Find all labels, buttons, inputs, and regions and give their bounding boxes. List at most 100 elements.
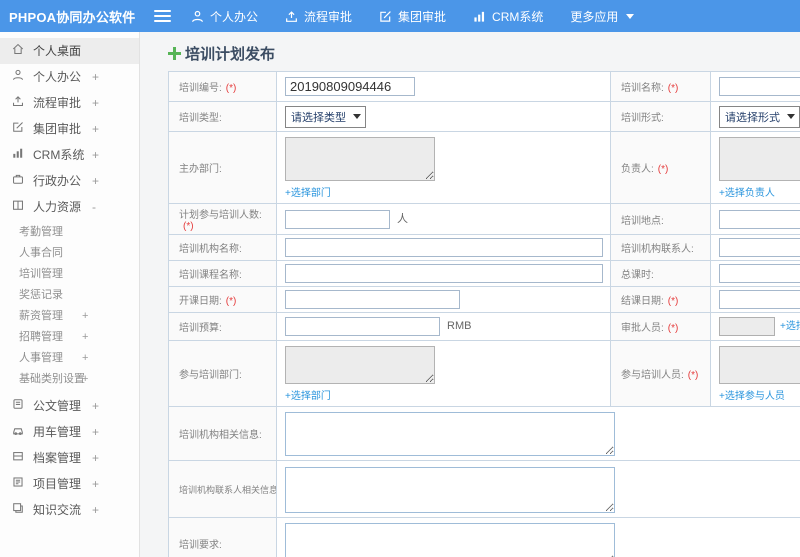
- select-approver-link[interactable]: +选择审批人员: [780, 321, 800, 332]
- label-training-type: 培训类型:: [168, 101, 277, 132]
- sidebar-subitem-recruitment[interactable]: 招聘管理 +: [0, 327, 139, 348]
- sidebar-item-project-mgmt[interactable]: 项目管理 +: [0, 471, 139, 497]
- nav-personal-office[interactable]: 个人办公: [191, 8, 258, 25]
- edit-icon: [379, 10, 392, 23]
- main-content: 培训计划发布 培训编号:(*) 培训名称:(*) 培训类型: 请选择类型 培训形…: [140, 32, 800, 557]
- budget-input[interactable]: [285, 317, 440, 336]
- page-title: 培训计划发布: [168, 43, 800, 64]
- label-start-date: 开课日期: (*): [168, 286, 277, 313]
- nav-more-apps[interactable]: 更多应用: [570, 8, 635, 25]
- sidebar: 个人桌面 个人办公 + 流程审批 + 集团审批 + CRM系统 + 行政办公 +…: [0, 32, 140, 557]
- label-org-name: 培训机构名称:: [168, 234, 277, 261]
- course-name-input[interactable]: [285, 264, 603, 283]
- upload-icon: [285, 10, 298, 23]
- app-logo: PHPOA协同办公软件: [9, 9, 136, 25]
- sidebar-item-knowledge-exchange[interactable]: 知识交流 +: [0, 497, 139, 523]
- top-nav: 个人办公 流程审批 集团审批 CRM系统 更多应用: [191, 8, 635, 25]
- sidebar-subitem-hr-contract[interactable]: 人事合同: [0, 243, 139, 264]
- expand-icon[interactable]: +: [92, 142, 99, 168]
- sidebar-item-archive-mgmt[interactable]: 档案管理 +: [0, 445, 139, 471]
- plan-count-input[interactable]: [285, 209, 390, 229]
- expand-icon[interactable]: +: [92, 419, 99, 445]
- expand-icon[interactable]: +: [92, 471, 99, 497]
- total-hours-input[interactable]: [719, 264, 800, 283]
- bar-chart-icon: [12, 142, 24, 168]
- expand-icon[interactable]: +: [92, 116, 99, 142]
- nav-group-approval[interactable]: 集团审批: [379, 8, 446, 25]
- training-plan-form: 培训编号:(*) 培训名称:(*) 培训类型: 请选择类型 培训形式: 请选择形…: [168, 71, 800, 557]
- sidebar-subitem-reward-punishment[interactable]: 奖惩记录: [0, 285, 139, 306]
- nav-crm-system[interactable]: CRM系统: [473, 8, 543, 25]
- menu-toggle-icon[interactable]: [154, 10, 171, 22]
- org-name-input[interactable]: [285, 238, 603, 257]
- sidebar-subitem-salary[interactable]: 薪资管理 +: [0, 306, 139, 327]
- label-approver: 审批人员: (*): [610, 312, 711, 341]
- select-dept-link[interactable]: +选择部门: [285, 184, 331, 199]
- nav-workflow-approval[interactable]: 流程审批: [285, 8, 352, 25]
- start-date-input[interactable]: [285, 290, 460, 309]
- join-staff-textarea[interactable]: [719, 346, 800, 384]
- sidebar-item-human-resources[interactable]: 人力资源 -: [0, 194, 139, 220]
- label-location: 培训地点:: [610, 203, 711, 235]
- host-dept-textarea[interactable]: [285, 137, 435, 181]
- sidebar-item-document-mgmt[interactable]: 公文管理 +: [0, 393, 139, 419]
- label-training-form: 培训形式:: [610, 101, 711, 132]
- archive-icon: [12, 445, 24, 471]
- label-org-contact: 培训机构联系人:: [610, 234, 711, 261]
- user-icon: [12, 64, 24, 90]
- sidebar-item-personal-desktop[interactable]: 个人桌面: [0, 38, 139, 64]
- training-no-input[interactable]: [285, 77, 415, 96]
- sidebar-item-vehicle-mgmt[interactable]: 用车管理 +: [0, 419, 139, 445]
- label-requirement: 培训要求:: [168, 517, 277, 557]
- bar-chart-icon: [473, 10, 486, 23]
- training-type-select[interactable]: 请选择类型: [285, 105, 366, 128]
- label-org-info: 培训机构相关信息:: [168, 406, 277, 461]
- approver-input[interactable]: [719, 317, 775, 336]
- label-budget: 培训预算:: [168, 312, 277, 341]
- select-leader-link[interactable]: +选择负责人: [719, 184, 775, 199]
- org-contact-input[interactable]: [719, 238, 800, 257]
- expand-icon[interactable]: +: [92, 90, 99, 116]
- label-join-staff: 参与培训人员: (*): [610, 340, 711, 407]
- edit-icon: [12, 116, 24, 142]
- label-training-no: 培训编号: (*): [168, 71, 277, 102]
- sidebar-item-crm-system[interactable]: CRM系统 +: [0, 142, 139, 168]
- select-join-dept-link[interactable]: +选择部门: [285, 387, 331, 402]
- join-dept-textarea[interactable]: [285, 346, 435, 384]
- collapse-icon[interactable]: -: [92, 194, 96, 220]
- briefcase-icon: [12, 168, 24, 194]
- sidebar-item-admin-office[interactable]: 行政办公 +: [0, 168, 139, 194]
- expand-icon[interactable]: +: [82, 327, 88, 348]
- document-icon: [12, 393, 24, 419]
- label-training-name: 培训名称: (*): [610, 71, 711, 102]
- requirement-textarea[interactable]: [285, 523, 615, 557]
- training-name-input[interactable]: [719, 77, 800, 96]
- training-form-select[interactable]: 请选择形式: [719, 105, 800, 128]
- leader-textarea[interactable]: [719, 137, 800, 181]
- expand-icon[interactable]: +: [92, 445, 99, 471]
- end-date-input[interactable]: [719, 290, 800, 309]
- sidebar-subitem-base-category[interactable]: 基础类别设置 +: [0, 369, 139, 390]
- label-org-contact-info: 培训机构联系人相关信息:: [168, 460, 277, 518]
- sidebar-item-workflow-approval[interactable]: 流程审批 +: [0, 90, 139, 116]
- sidebar-subitem-training[interactable]: 培训管理: [0, 264, 139, 285]
- book-icon: [12, 194, 24, 220]
- sidebar-item-group-approval[interactable]: 集团审批 +: [0, 116, 139, 142]
- upload-icon: [12, 90, 24, 116]
- select-join-staff-link[interactable]: +选择参与人员: [719, 387, 785, 402]
- expand-icon[interactable]: +: [92, 393, 99, 419]
- location-input[interactable]: [719, 209, 800, 229]
- expand-icon[interactable]: +: [92, 497, 99, 523]
- label-leader: 负责人: (*): [610, 131, 711, 204]
- sidebar-subitem-attendance[interactable]: 考勤管理: [0, 222, 139, 243]
- expand-icon[interactable]: +: [82, 306, 88, 327]
- label-course-name: 培训课程名称:: [168, 260, 277, 287]
- sidebar-item-personal-office[interactable]: 个人办公 +: [0, 64, 139, 90]
- expand-icon[interactable]: +: [82, 369, 88, 390]
- sidebar-subitem-personnel[interactable]: 人事管理 +: [0, 348, 139, 369]
- org-contact-info-textarea[interactable]: [285, 466, 615, 513]
- expand-icon[interactable]: +: [82, 348, 88, 369]
- expand-icon[interactable]: +: [92, 64, 99, 90]
- org-info-textarea[interactable]: [285, 412, 615, 456]
- expand-icon[interactable]: +: [92, 168, 99, 194]
